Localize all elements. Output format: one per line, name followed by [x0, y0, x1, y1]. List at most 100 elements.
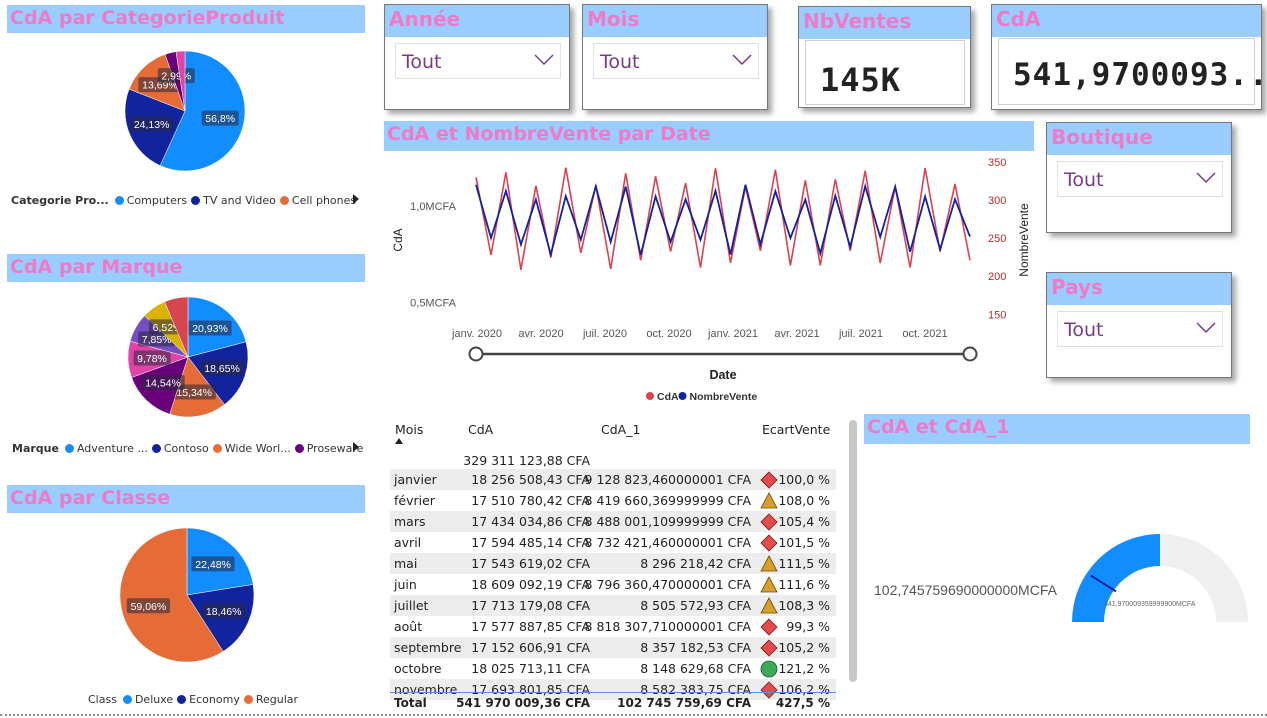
boutique-dropdown[interactable]: Tout: [1057, 161, 1223, 197]
table-row[interactable]: janvier 18 256 508,43 CFA 9 128 823,460000…: [390, 469, 836, 490]
yellow-triangle-icon: [760, 492, 778, 509]
legend-dot-icon: [114, 196, 124, 205]
pie-categorie-title: CdA par CategorieProduit: [10, 7, 285, 29]
legend-label[interactable]: NombreVente: [690, 391, 758, 403]
pays-dropdown[interactable]: Tout: [1057, 311, 1223, 347]
total-cda: 541 970 009,36 CFA: [456, 696, 590, 710]
table-row[interactable]: juillet 17 713 179,08 CFA 8 505 572,93 CFA…: [390, 595, 836, 616]
legend-dot-icon: [678, 392, 687, 400]
yellow-triangle-icon: [760, 576, 778, 593]
sort-desc-icon[interactable]: [395, 438, 403, 444]
x-tick: juil. 2021: [838, 328, 883, 340]
col-header-cda[interactable]: CdA: [468, 422, 493, 437]
legend-item[interactable]: Wide Worl...: [212, 442, 291, 455]
x-tick: juil. 2020: [582, 328, 627, 340]
pie-data-label: 14,54%: [145, 377, 181, 389]
slicer-boutique: Boutique Tout: [1046, 122, 1232, 233]
cell-mois: février: [394, 493, 435, 508]
cell-mois: mai: [394, 556, 418, 571]
gauge-value-label: 102,745759690000000MCFA: [874, 582, 1057, 598]
chevron-down-icon: [534, 54, 554, 66]
legend-dot-icon: [212, 444, 222, 453]
annee-dropdown[interactable]: Tout: [395, 43, 561, 79]
legend-item[interactable]: TV and Video: [191, 194, 276, 207]
x-tick: oct. 2021: [902, 328, 947, 340]
legend-title: Class: [88, 693, 117, 706]
legend-dot-icon: [177, 695, 187, 704]
gauge-chart[interactable]: 541,970009359999900MCFA: [1068, 530, 1252, 625]
cell-mois: octobre: [394, 661, 442, 676]
legend-dot-icon: [279, 196, 289, 205]
col-header-ecart[interactable]: EcartVente: [762, 422, 830, 437]
line-chart[interactable]: 350 300 250 200 150 1,0MCFA 0,5MCFA CdA NombreVe…: [384, 150, 1044, 410]
green-circle-icon: [760, 660, 778, 678]
cell-mois: septembre: [394, 640, 462, 655]
cell-mois: avril: [394, 535, 422, 550]
cell-cda: 17 594 485,14 CFA: [471, 535, 590, 550]
pie-data-label: 18,46%: [206, 606, 242, 618]
legend-dot-icon: [122, 695, 132, 704]
mois-dropdown-value: Tout: [600, 51, 640, 73]
date-range-start-handle[interactable]: [468, 346, 484, 362]
red-diamond-icon: [760, 471, 778, 489]
cell-cda: 18 025 713,11 CFA: [471, 661, 590, 676]
x-tick: oct. 2020: [646, 328, 691, 340]
gauge-fill[interactable]: [1072, 534, 1160, 622]
legend-item[interactable]: Deluxe: [122, 693, 174, 706]
legend-next-arrow-icon[interactable]: [353, 194, 359, 204]
slicer-pays-title: Pays: [1051, 275, 1103, 299]
table-row[interactable]: septembre 17 152 606,91 CFA 8 357 182,53 C…: [390, 637, 836, 658]
date-range-end-handle[interactable]: [962, 346, 978, 362]
table-row[interactable]: juin 18 609 092,19 CFA 8 796 360,470000001…: [390, 574, 836, 595]
cell-ecart: 108,0 %: [778, 493, 830, 508]
mois-dropdown[interactable]: Tout: [593, 43, 759, 79]
kpi-nbventes-value: 145K: [820, 61, 902, 99]
table-row[interactable]: août 17 577 887,85 CFA 8 818 307,710000001…: [390, 616, 836, 637]
table-row[interactable]: mai 17 543 619,02 CFA 8 296 218,42 CFA 111,…: [390, 553, 836, 574]
col-header-mois[interactable]: Mois: [395, 422, 423, 437]
table-row[interactable]: octobre 18 025 713,11 CFA 8 148 629,68 CFA…: [390, 658, 836, 679]
table-row[interactable]: avril 17 594 485,14 CFA 8 732 421,46000000…: [390, 532, 836, 553]
legend-next-arrow-icon[interactable]: [353, 442, 359, 452]
pie-data-label: 18,65%: [204, 363, 240, 375]
pie-data-label: 56,8%: [205, 113, 235, 125]
table-header: Mois CdA CdA_1 EcartVente: [390, 418, 836, 448]
slicer-annee: Année Tout: [384, 4, 570, 110]
kpi-nbventes-title: NbVentes: [803, 9, 912, 33]
y-left-tick: 0,5MCFA: [410, 298, 457, 310]
cell-cda: 18 256 508,43 CFA: [471, 472, 590, 487]
slicer-boutique-title: Boutique: [1051, 125, 1153, 149]
pie-categorie-legend: Categorie Pro... Computers TV and Video Ce…: [11, 194, 360, 207]
table-total-row: Total 541 970 009,36 CFA 102 745 759,69 …: [390, 692, 836, 714]
legend-label: Computers: [126, 194, 188, 207]
slicer-mois: Mois Tout: [582, 4, 768, 110]
table-scrollbar[interactable]: [849, 420, 857, 682]
table-row[interactable]: mars 17 434 034,86 CFA 8 488 001,109999999…: [390, 511, 836, 532]
legend-item[interactable]: Contoso: [151, 442, 209, 455]
y-right-tick: 150: [988, 309, 1006, 321]
red-diamond-icon: [760, 534, 778, 552]
yellow-triangle-icon: [760, 555, 778, 572]
y-right-label: NombreVente: [1017, 203, 1031, 277]
legend-item[interactable]: Economy: [177, 693, 240, 706]
legend-label[interactable]: CdA: [657, 391, 679, 403]
matrix-table[interactable]: Mois CdA CdA_1 EcartVente 329 311 123,88…: [390, 418, 836, 716]
legend-item[interactable]: Regular: [243, 693, 298, 706]
pie-marque-title-band: CdA par Marque: [7, 254, 365, 282]
pie-marque-chart[interactable]: 20,93%18,65%15,34%14,54%9,78%7,85%6,52%: [115, 290, 265, 425]
col-header-cda1[interactable]: CdA_1: [601, 422, 640, 437]
legend-item[interactable]: Adventure ...: [64, 442, 148, 455]
legend-label: Deluxe: [134, 693, 174, 706]
legend-item[interactable]: Computers: [114, 194, 188, 207]
table-row[interactable]: février 17 510 780,42 CFA 8 419 660,369999…: [390, 490, 836, 511]
pie-classe-chart[interactable]: 22,48% 18,46% 59,06%: [110, 528, 270, 673]
series-line-nombrevente[interactable]: [475, 182, 971, 259]
legend-item[interactable]: Cell phones: [279, 194, 356, 207]
cell-ecart: 105,2 %: [778, 640, 830, 655]
cell-cda: 17 152 606,91 CFA: [471, 640, 590, 655]
pie-categorie-chart[interactable]: 56,8%24,13%13,69%2,99%: [100, 38, 270, 188]
cell-ecart: 105,4 %: [778, 514, 830, 529]
slicer-annee-title: Année: [389, 7, 461, 31]
x-axis-label: Date: [709, 368, 736, 382]
chevron-down-icon: [1196, 172, 1216, 184]
